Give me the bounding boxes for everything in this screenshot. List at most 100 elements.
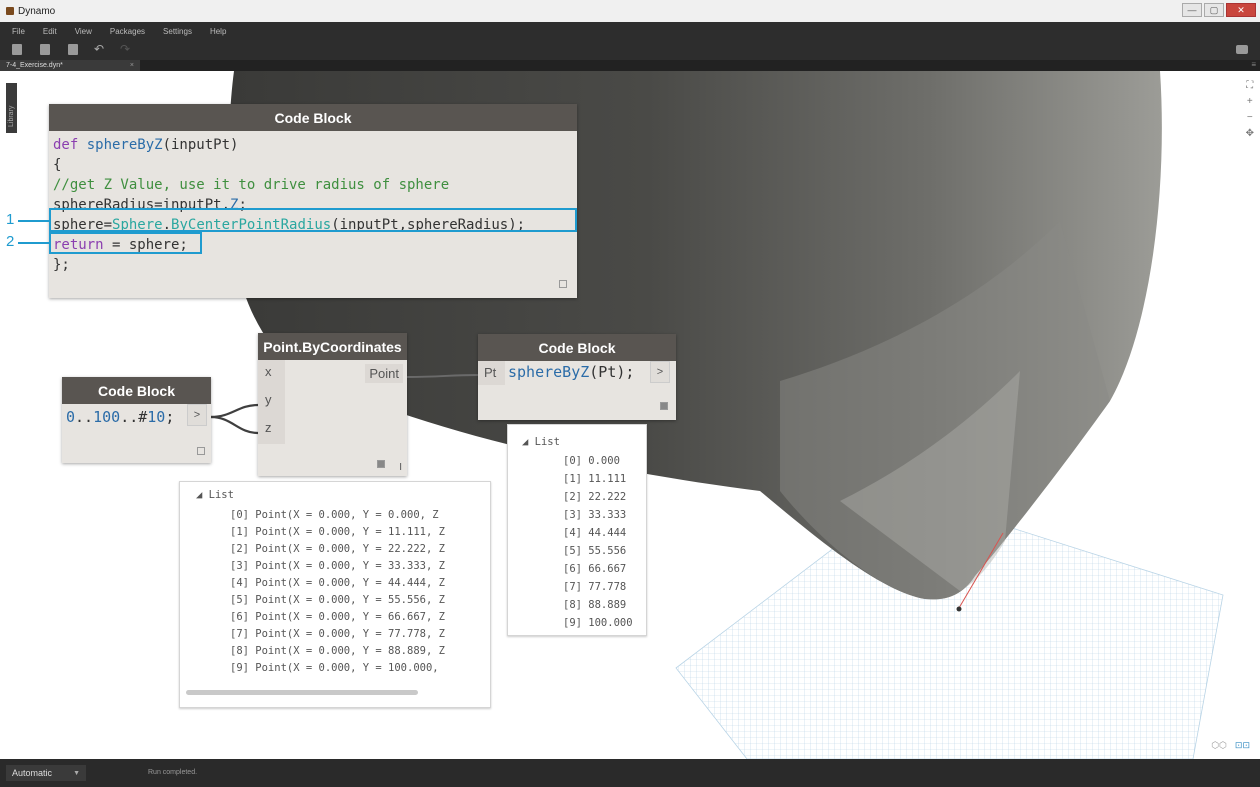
pan-icon[interactable]: ✥ xyxy=(1246,129,1254,139)
sphere-list-preview[interactable]: ◢ List [0] 0.000 [1] 11.111 [2] 22.222 [… xyxy=(507,424,647,636)
node-title: Code Block xyxy=(478,334,676,361)
output-port[interactable]: > xyxy=(187,404,207,426)
point-bycoordinates-node[interactable]: Point.ByCoordinates x y z Point I xyxy=(258,333,407,476)
preview-toggle-icon[interactable] xyxy=(377,460,385,468)
code-text[interactable]: sphereByZ(Pt); xyxy=(508,362,634,382)
list-item: [3] 33.333 xyxy=(563,509,627,521)
tab-label: 7-4_Exercise.dyn* xyxy=(6,62,63,69)
input-port-pt[interactable]: Pt xyxy=(484,365,496,380)
zoom-in-icon[interactable]: + xyxy=(1247,97,1253,107)
chevron-down-icon: ▼ xyxy=(73,769,80,777)
list-item: [2] Point(X = 0.000, Y = 22.222, Z xyxy=(230,543,445,555)
node-title: Code Block xyxy=(62,377,211,404)
menu-edit[interactable]: Edit xyxy=(43,27,57,36)
run-mode-label: Automatic xyxy=(12,768,53,778)
close-button[interactable]: ✕ xyxy=(1226,3,1256,17)
list-item: [2] 22.222 xyxy=(563,491,627,503)
code-line: def sphereByZ(inputPt) xyxy=(53,137,239,153)
highlight-line-2 xyxy=(49,232,202,254)
callout-number-1: 1 xyxy=(6,211,15,228)
list-header[interactable]: ◢ List xyxy=(196,489,234,501)
list-item: [7] Point(X = 0.000, Y = 77.778, Z xyxy=(230,628,445,640)
zoom-controls: ⛶ + − ✥ xyxy=(1246,81,1254,139)
new-file-icon[interactable] xyxy=(12,44,22,55)
code-line: { xyxy=(53,157,62,173)
list-item: [8] 88.889 xyxy=(563,599,627,611)
view-mode-toggle: ⬡⬡ ⊡⊡ xyxy=(1211,740,1250,751)
output-port-point[interactable]: Point xyxy=(365,364,403,383)
list-item: [7] 77.778 xyxy=(563,581,627,593)
input-port-x[interactable]: x xyxy=(265,364,272,379)
code-line: }; xyxy=(53,257,70,273)
maximize-button[interactable]: ▢ xyxy=(1204,3,1224,17)
list-item: [1] 11.111 xyxy=(563,473,627,485)
dynamo-app: Dynamo — ▢ ✕ File Edit View Packages Set… xyxy=(0,0,1260,787)
highlight-line-1 xyxy=(49,208,577,232)
list-item: [6] 66.667 xyxy=(563,563,627,575)
graph-view-icon[interactable]: ⊡⊡ xyxy=(1235,740,1250,751)
code-editor[interactable]: 0..100..#10; > xyxy=(62,404,211,463)
lacing-indicator[interactable]: I xyxy=(399,462,402,473)
open-file-icon[interactable] xyxy=(40,44,50,55)
list-item: [5] Point(X = 0.000, Y = 55.556, Z xyxy=(230,594,445,606)
output-port[interactable]: > xyxy=(650,361,670,383)
window-title: Dynamo xyxy=(18,5,56,17)
workspace-canvas[interactable]: Library ⛶ + − ✥ Code Block def sphereByZ… xyxy=(0,71,1260,759)
title-bar: Dynamo — ▢ ✕ xyxy=(0,0,1260,22)
menu-packages[interactable]: Packages xyxy=(110,27,145,36)
tab-workspace[interactable]: 7-4_Exercise.dyn* × xyxy=(0,60,140,71)
list-item: [4] 44.444 xyxy=(563,527,627,539)
list-item: [9] 100.000 xyxy=(563,617,633,629)
menu-file[interactable]: File xyxy=(12,27,25,36)
list-item: [5] 55.556 xyxy=(563,545,627,557)
callout-leader-1 xyxy=(18,220,49,222)
screenshot-camera-icon[interactable] xyxy=(1236,45,1248,54)
tab-menu-icon[interactable]: ≡ xyxy=(1251,60,1256,69)
callout-number-2: 2 xyxy=(6,233,15,250)
code-block-node-sphere[interactable]: Code Block Pt sphereByZ(Pt); > xyxy=(478,334,676,420)
list-item: [3] Point(X = 0.000, Y = 33.333, Z xyxy=(230,560,445,572)
node-title: Code Block xyxy=(49,104,577,131)
code-block-node-range[interactable]: Code Block 0..100..#10; > xyxy=(62,377,211,463)
status-bar: Automatic ▼ Run completed. xyxy=(0,759,1260,787)
list-item: [1] Point(X = 0.000, Y = 11.111, Z xyxy=(230,526,445,538)
menu-settings[interactable]: Settings xyxy=(163,27,192,36)
list-item: [4] Point(X = 0.000, Y = 44.444, Z xyxy=(230,577,445,589)
toolbar: ↶ ↷ xyxy=(0,40,1260,60)
node-body: x y z Point I xyxy=(258,360,407,476)
code-editor[interactable]: Pt sphereByZ(Pt); > xyxy=(478,361,676,420)
list-item: [8] Point(X = 0.000, Y = 88.889, Z xyxy=(230,645,445,657)
run-status-text: Run completed. xyxy=(148,769,198,776)
code-block-node-main[interactable]: Code Block def sphereByZ(inputPt) { //get … xyxy=(49,104,577,298)
run-mode-dropdown[interactable]: Automatic ▼ xyxy=(6,765,86,781)
dynamo-logo-icon xyxy=(6,7,14,15)
list-item: [6] Point(X = 0.000, Y = 66.667, Z xyxy=(230,611,445,623)
preview-toggle-icon[interactable] xyxy=(559,280,567,288)
list-header[interactable]: ◢ List xyxy=(522,436,560,448)
callout-leader-2 xyxy=(18,242,49,244)
preview-toggle-icon[interactable] xyxy=(197,447,205,455)
input-port-z[interactable]: z xyxy=(265,420,272,435)
undo-icon[interactable]: ↶ xyxy=(94,43,104,55)
redo-icon[interactable]: ↷ xyxy=(120,43,130,55)
menu-view[interactable]: View xyxy=(75,27,92,36)
zoom-out-icon[interactable]: − xyxy=(1247,113,1253,123)
node-title: Point.ByCoordinates xyxy=(258,333,407,360)
menu-help[interactable]: Help xyxy=(210,27,226,36)
tab-close-icon[interactable]: × xyxy=(130,62,134,69)
tab-strip: 7-4_Exercise.dyn* × ≡ xyxy=(0,60,1260,71)
list-item: [0] 0.000 xyxy=(563,455,620,467)
library-tab[interactable]: Library xyxy=(6,83,17,133)
geometry-view-icon[interactable]: ⬡⬡ xyxy=(1211,740,1227,751)
zoom-fit-icon[interactable]: ⛶ xyxy=(1246,81,1253,91)
minimize-button[interactable]: — xyxy=(1182,3,1202,17)
preview-toggle-icon[interactable] xyxy=(660,402,668,410)
save-file-icon[interactable] xyxy=(68,44,78,55)
point-list-preview[interactable]: ◢ List [0] Point(X = 0.000, Y = 0.000, Z… xyxy=(179,481,491,708)
horizontal-scrollbar[interactable] xyxy=(186,690,418,695)
input-port-y[interactable]: y xyxy=(265,392,272,407)
code-line: //get Z Value, use it to drive radius of… xyxy=(53,177,450,193)
window-controls: — ▢ ✕ xyxy=(1182,3,1256,17)
list-item: [0] Point(X = 0.000, Y = 0.000, Z xyxy=(230,509,439,521)
list-item: [9] Point(X = 0.000, Y = 100.000, xyxy=(230,662,439,674)
